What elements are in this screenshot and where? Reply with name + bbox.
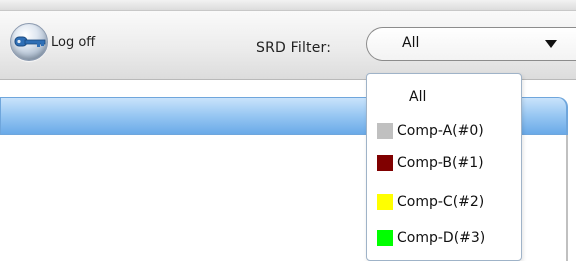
dropdown-option-label: Comp-A(#0): [397, 123, 484, 139]
color-swatch: [377, 230, 393, 246]
color-swatch: [377, 194, 393, 210]
srd-filter-value: All: [402, 35, 420, 51]
color-swatch: [377, 123, 393, 139]
dropdown-option-label: Comp-B(#1): [397, 155, 484, 171]
dropdown-option-label: Comp-D(#3): [397, 230, 486, 246]
window-top-border: [0, 0, 576, 11]
key-icon: [10, 23, 48, 61]
color-swatch: [377, 155, 393, 171]
chevron-down-icon[interactable]: [545, 40, 557, 48]
srd-filter-dropdown: All Comp-A(#0) Comp-B(#1) Comp-C(#2) Com…: [366, 73, 522, 261]
dropdown-option-label: All: [409, 89, 427, 105]
dropdown-option-comp-b[interactable]: Comp-B(#1): [367, 148, 521, 178]
dropdown-option-label: Comp-C(#2): [397, 194, 485, 210]
dropdown-option-comp-a[interactable]: Comp-A(#0): [367, 116, 521, 146]
logoff-button[interactable]: Log off: [10, 23, 96, 61]
dropdown-option-comp-d[interactable]: Comp-D(#3): [367, 223, 521, 253]
srd-filter-select[interactable]: All: [366, 27, 576, 61]
dropdown-option-comp-c[interactable]: Comp-C(#2): [367, 187, 521, 217]
dropdown-option-all[interactable]: All: [367, 82, 521, 112]
srd-filter-label: SRD Filter:: [256, 40, 332, 56]
logoff-label: Log off: [51, 34, 96, 50]
